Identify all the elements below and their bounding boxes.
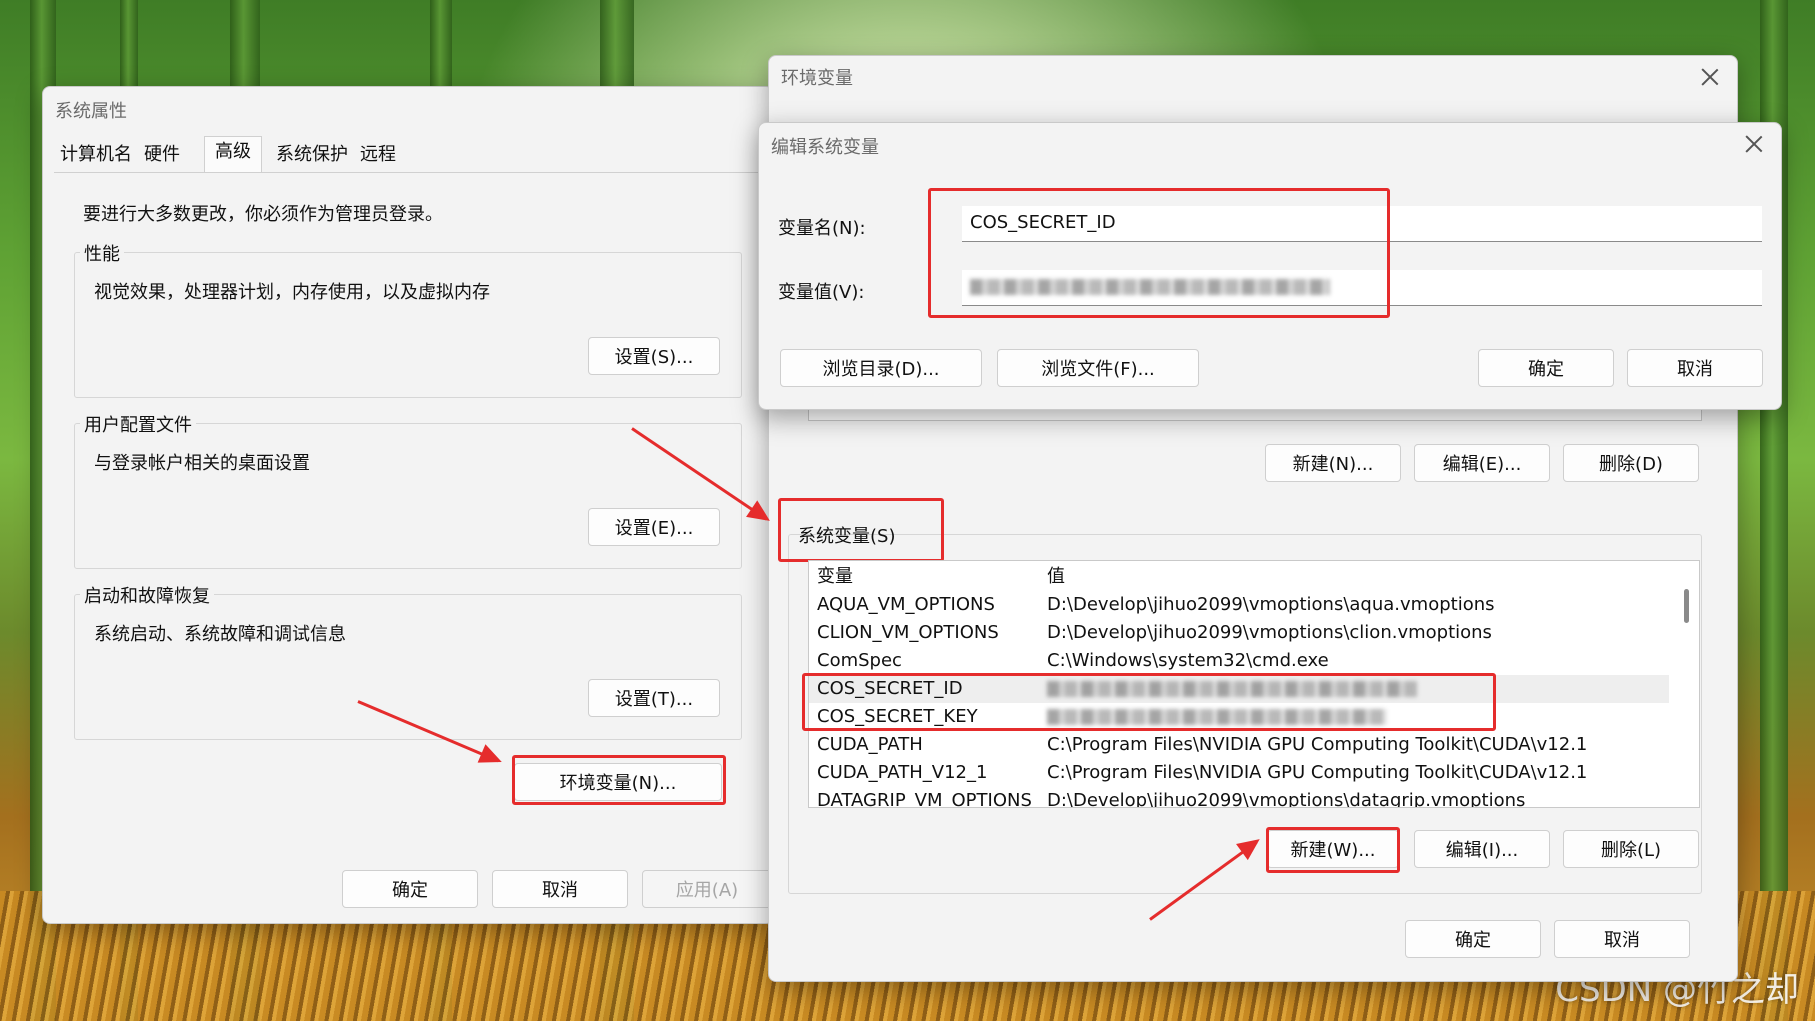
profile-group — [74, 423, 742, 569]
user-new-button[interactable]: 新建(N)... — [1265, 444, 1401, 482]
profile-desc: 与登录帐户相关的桌面设置 — [94, 453, 310, 474]
user-delete-button[interactable]: 删除(D) — [1563, 444, 1699, 482]
highlight-new-button — [1266, 827, 1400, 873]
var-name: CUDA_PATH_V12_1 — [817, 762, 988, 783]
variable-value-label: 变量值(V): — [778, 282, 865, 303]
browse-directory-button[interactable]: 浏览目录(D)... — [780, 349, 982, 387]
tab-advanced[interactable]: 高级 — [204, 136, 262, 173]
var-name: AQUA_VM_OPTIONS — [817, 594, 995, 615]
tab-remote[interactable]: 远程 — [360, 140, 396, 170]
performance-group — [74, 252, 742, 398]
performance-settings-button[interactable]: 设置(S)... — [588, 337, 720, 375]
close-icon[interactable] — [1743, 133, 1765, 155]
close-icon[interactable] — [1699, 66, 1721, 88]
var-value: C:\Windows\system32\cmd.exe — [1047, 650, 1329, 671]
var-name: ComSpec — [817, 650, 902, 671]
highlight-edit-fields — [928, 188, 1390, 318]
table-row[interactable]: CUDA_PATH_V12_1 C:\Program Files\NVIDIA … — [809, 759, 1669, 787]
table-row[interactable]: ComSpec C:\Windows\system32\cmd.exe — [809, 647, 1669, 675]
startup-title: 启动和故障恢复 — [80, 582, 214, 608]
user-edit-button[interactable]: 编辑(E)... — [1414, 444, 1550, 482]
tab-divider — [54, 172, 760, 173]
column-value[interactable]: 值 — [1047, 563, 1065, 591]
apply-button[interactable]: 应用(A) — [642, 870, 772, 908]
cancel-button[interactable]: 取消 — [492, 870, 628, 908]
table-row[interactable]: DATAGRIP_VM_OPTIONS D:\Develop\jihuo2099… — [809, 787, 1669, 808]
env-ok-button[interactable]: 确定 — [1405, 920, 1541, 958]
scrollbar-thumb[interactable] — [1684, 589, 1689, 623]
highlight-system-variables — [778, 498, 944, 562]
system-delete-button[interactable]: 删除(L) — [1563, 830, 1699, 868]
table-row[interactable]: CLION_VM_OPTIONS D:\Develop\jihuo2099\vm… — [809, 619, 1669, 647]
table-row[interactable]: CUDA_PATH C:\Program Files\NVIDIA GPU Co… — [809, 731, 1669, 759]
profile-title: 用户配置文件 — [80, 411, 196, 437]
profile-settings-button[interactable]: 设置(E)... — [588, 508, 720, 546]
var-name: CLION_VM_OPTIONS — [817, 622, 999, 643]
env-cancel-button[interactable]: 取消 — [1554, 920, 1690, 958]
list-header: 变量 值 — [809, 563, 1669, 591]
performance-desc: 视觉效果，处理器计划，内存使用，以及虚拟内存 — [94, 282, 490, 303]
variable-name-label: 变量名(N): — [778, 218, 866, 239]
edit-cancel-button[interactable]: 取消 — [1627, 349, 1763, 387]
admin-notice: 要进行大多数更改，你必须作为管理员登录。 — [83, 204, 443, 225]
var-value: C:\Program Files\NVIDIA GPU Computing To… — [1047, 762, 1588, 783]
var-value: D:\Develop\jihuo2099\vmoptions\aqua.vmop… — [1047, 594, 1495, 615]
tab-label: 高级 — [215, 141, 251, 162]
ok-button[interactable]: 确定 — [342, 870, 478, 908]
table-row[interactable]: AQUA_VM_OPTIONS D:\Develop\jihuo2099\vmo… — [809, 591, 1669, 619]
browse-file-button[interactable]: 浏览文件(F)... — [997, 349, 1199, 387]
window-title: 环境变量 — [781, 68, 853, 89]
system-edit-button[interactable]: 编辑(I)... — [1414, 830, 1550, 868]
startup-group — [74, 594, 742, 740]
var-value: C:\Program Files\NVIDIA GPU Computing To… — [1047, 734, 1588, 755]
highlight-cos-rows — [802, 673, 1496, 731]
startup-desc: 系统启动、系统故障和调试信息 — [94, 624, 346, 645]
tab-system-protection[interactable]: 系统保护 — [276, 140, 348, 170]
window-title: 系统属性 — [55, 101, 127, 122]
tab-computer-name[interactable]: 计算机名 — [60, 140, 132, 170]
startup-settings-button[interactable]: 设置(T)... — [588, 679, 720, 717]
var-name: DATAGRIP_VM_OPTIONS — [817, 790, 1032, 808]
dialog-title: 编辑系统变量 — [771, 137, 879, 158]
edit-ok-button[interactable]: 确定 — [1478, 349, 1614, 387]
var-name: CUDA_PATH — [817, 734, 923, 755]
var-value: D:\Develop\jihuo2099\vmoptions\clion.vmo… — [1047, 622, 1492, 643]
var-value: D:\Develop\jihuo2099\vmoptions\datagrip.… — [1047, 790, 1526, 808]
tab-hardware[interactable]: 硬件 — [144, 140, 180, 170]
column-variable[interactable]: 变量 — [817, 563, 853, 591]
performance-title: 性能 — [80, 240, 124, 266]
highlight-env-button — [512, 755, 726, 805]
